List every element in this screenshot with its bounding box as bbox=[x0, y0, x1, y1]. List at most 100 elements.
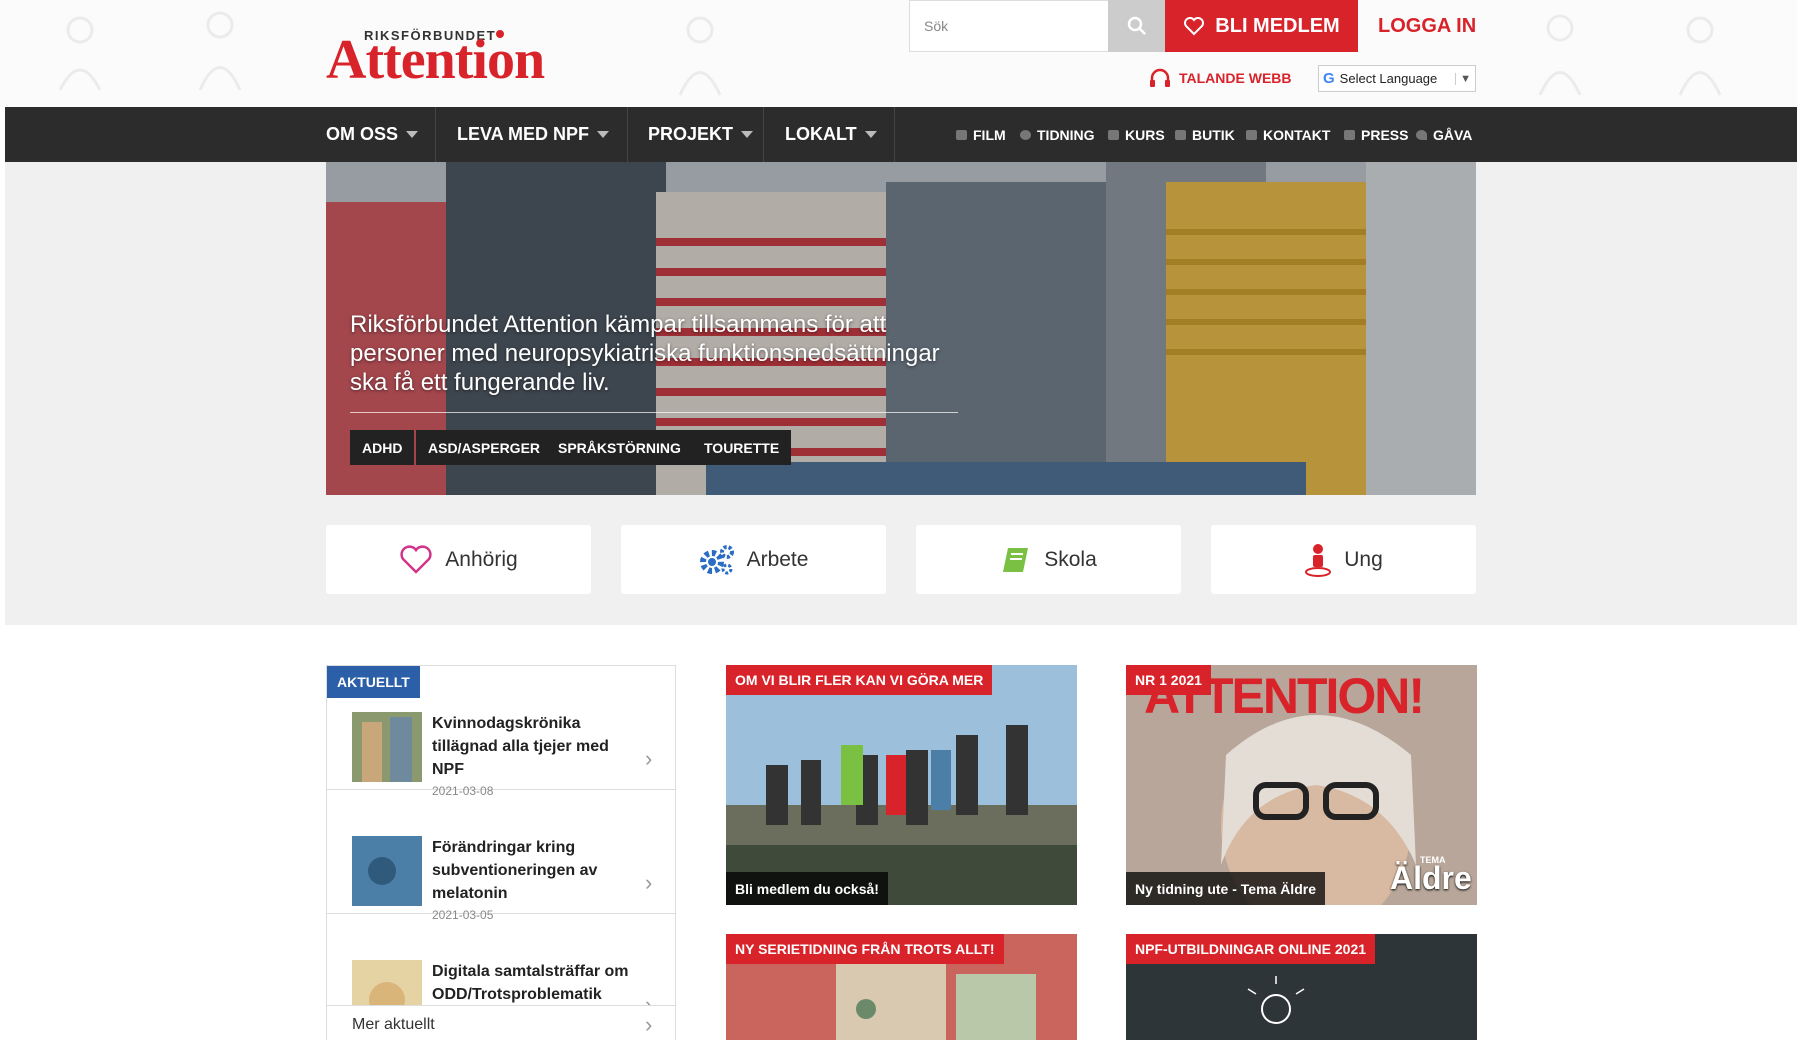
card-image bbox=[726, 665, 1077, 905]
become-member-button[interactable]: BLI MEDLEM bbox=[1165, 0, 1358, 52]
nav-link-kurs[interactable]: KURS bbox=[1108, 107, 1165, 162]
heart-icon bbox=[400, 544, 432, 574]
book-icon bbox=[1003, 547, 1029, 572]
site-logo[interactable]: RIKSFÖRBUNDET Attention bbox=[326, 28, 576, 91]
flag-icon bbox=[1108, 129, 1119, 140]
news-item[interactable]: Förändringar kring subventioneringen av … bbox=[327, 790, 675, 922]
nav-link-film[interactable]: FILM bbox=[956, 107, 1006, 162]
tile-label: Ung bbox=[1344, 547, 1383, 571]
nav-link-label: FILM bbox=[973, 126, 1006, 143]
nav-divider bbox=[627, 107, 628, 162]
film-icon bbox=[956, 129, 967, 140]
chevron-right-icon: › bbox=[645, 1012, 653, 1037]
login-link[interactable]: LOGGA IN bbox=[1378, 0, 1476, 52]
nav-link-kontakt[interactable]: KONTAKT bbox=[1246, 107, 1330, 162]
nav-item-leva-med-npf[interactable]: LEVA MED NPF bbox=[457, 107, 610, 162]
nav-link-tidning[interactable]: TIDNING bbox=[1020, 107, 1095, 162]
news-thumbnail bbox=[352, 712, 422, 782]
tile-label: Anhörig bbox=[445, 547, 518, 571]
news-title: Kvinnodagskrönika tillägnad alla tjejer … bbox=[432, 715, 609, 778]
nav-divider bbox=[894, 107, 895, 162]
headphones-icon bbox=[1150, 68, 1170, 87]
chevron-right-icon: › bbox=[645, 870, 653, 895]
language-select-label: Select Language bbox=[1339, 71, 1438, 86]
envelope-icon bbox=[1246, 129, 1257, 140]
card-caption: Ny tidning ute - Tema Äldre bbox=[1126, 872, 1325, 905]
nav-link-label: BUTIK bbox=[1192, 126, 1235, 143]
tag-asd-asperger[interactable]: ASD/ASPERGER bbox=[416, 430, 553, 465]
gears-icon bbox=[699, 544, 734, 574]
nav-item-projekt[interactable]: PROJEKT bbox=[648, 107, 754, 162]
become-member-label: BLI MEDLEM bbox=[1215, 14, 1340, 37]
card-label: OM VI BLIR FLER KAN VI GÖRA MER bbox=[726, 665, 993, 695]
caret-down-icon bbox=[864, 131, 877, 138]
nav-link-gava[interactable]: GÅVA bbox=[1416, 107, 1472, 162]
nav-link-label: KURS bbox=[1125, 126, 1165, 143]
nav-label: LEVA MED NPF bbox=[457, 124, 590, 144]
top-bar bbox=[0, 0, 1797, 107]
promo-card-membership[interactable]: OM VI BLIR FLER KAN VI GÖRA MER Bli medl… bbox=[726, 665, 1077, 905]
nav-item-om-oss[interactable]: OM OSS bbox=[326, 107, 419, 162]
paperclip-icon bbox=[1344, 129, 1355, 140]
talande-webb-link[interactable]: TALANDE WEBB bbox=[1149, 68, 1292, 88]
background-pattern bbox=[58, 11, 1722, 96]
nav-label: OM OSS bbox=[326, 124, 399, 144]
logo-title: Attention bbox=[326, 29, 545, 91]
nav-link-label: PRESS bbox=[1361, 126, 1409, 143]
card-label: NR 1 2021 bbox=[1126, 665, 1211, 695]
tile-skola[interactable]: Skola bbox=[916, 525, 1181, 594]
card-label: NY SERIETIDNING FRÅN TROTS ALLT! bbox=[726, 934, 1004, 964]
cover-theme: Äldre bbox=[1390, 860, 1472, 896]
main-nav: OM OSS LEVA MED NPF PROJEKT LOKALT FILM … bbox=[5, 107, 1797, 162]
news-item[interactable]: Kvinnodagskrönika tillägnad alla tjejer … bbox=[327, 666, 675, 798]
promo-card-magazine[interactable]: ATTENTION! TEMA Äldre NR 1 2021 Ny tidni… bbox=[1126, 665, 1477, 905]
card-caption: Bli medlem du också! bbox=[726, 872, 888, 905]
promo-card-comic[interactable]: NY SERIETIDNING FRÅN TROTS ALLT! bbox=[726, 934, 1077, 1040]
nav-divider bbox=[435, 107, 436, 162]
nav-item-lokalt[interactable]: LOKALT bbox=[785, 107, 877, 162]
person-pin-icon bbox=[1305, 543, 1332, 577]
nav-link-label: KONTAKT bbox=[1263, 126, 1331, 143]
hero-tagline: Riksförbundet Attention kämpar tillsamma… bbox=[350, 311, 940, 396]
tag-sprakstorning[interactable]: SPRÅKSTÖRNING bbox=[546, 430, 693, 465]
nav-link-label: TIDNING bbox=[1037, 126, 1095, 143]
news-title: Förändringar kring subventioneringen av … bbox=[432, 839, 598, 902]
nav-link-label: GÅVA bbox=[1433, 126, 1473, 143]
info-icon bbox=[1020, 129, 1031, 140]
caret-down-icon bbox=[597, 131, 610, 138]
tile-label: Arbete bbox=[746, 547, 809, 571]
nav-label: LOKALT bbox=[785, 124, 857, 144]
dropdown-arrow-icon: ▼ bbox=[1455, 72, 1471, 85]
promo-card-education[interactable]: NPF-UTBILDNINGAR ONLINE 2021 bbox=[1126, 934, 1477, 1040]
heart-icon bbox=[1416, 129, 1427, 140]
search-input[interactable]: Sök bbox=[909, 0, 1109, 52]
caret-down-icon bbox=[406, 131, 419, 138]
search-icon bbox=[1127, 16, 1146, 35]
nav-divider bbox=[763, 107, 764, 162]
google-icon: G bbox=[1323, 70, 1335, 87]
hero-divider bbox=[350, 412, 958, 413]
more-news-link[interactable]: Mer aktuellt › bbox=[327, 1005, 675, 1040]
tag-tourette[interactable]: TOURETTE bbox=[692, 430, 792, 465]
news-panel: AKTUELLT Kvinnodagskrönika tillägnad all… bbox=[326, 665, 676, 1040]
heart-icon bbox=[1184, 17, 1205, 36]
nav-label: PROJEKT bbox=[648, 124, 734, 144]
tile-ung[interactable]: Ung bbox=[1211, 525, 1476, 594]
card-label: NPF-UTBILDNINGAR ONLINE 2021 bbox=[1126, 934, 1376, 964]
tile-anhorig[interactable]: Anhörig bbox=[326, 525, 591, 594]
news-title: Digitala samtalsträffar om ODD/Trotsprob… bbox=[432, 963, 629, 1003]
talande-webb-label: TALANDE WEBB bbox=[1179, 70, 1292, 86]
tile-arbete[interactable]: Arbete bbox=[621, 525, 886, 594]
language-select[interactable]: G Select Language ▼ bbox=[1318, 65, 1476, 92]
nav-link-press[interactable]: PRESS bbox=[1344, 107, 1408, 162]
nav-link-butik[interactable]: BUTIK bbox=[1175, 107, 1235, 162]
chevron-right-icon: › bbox=[645, 746, 653, 771]
more-news-label: Mer aktuellt bbox=[352, 1016, 435, 1033]
tile-label: Skola bbox=[1044, 547, 1097, 571]
hero-banner: Riksförbundet Attention kämpar tillsamma… bbox=[326, 162, 1476, 495]
search-button[interactable] bbox=[1108, 0, 1165, 52]
tag-adhd[interactable]: ADHD bbox=[350, 430, 415, 465]
caret-down-icon bbox=[741, 131, 754, 138]
news-thumbnail bbox=[352, 836, 422, 906]
cart-icon bbox=[1175, 129, 1186, 140]
